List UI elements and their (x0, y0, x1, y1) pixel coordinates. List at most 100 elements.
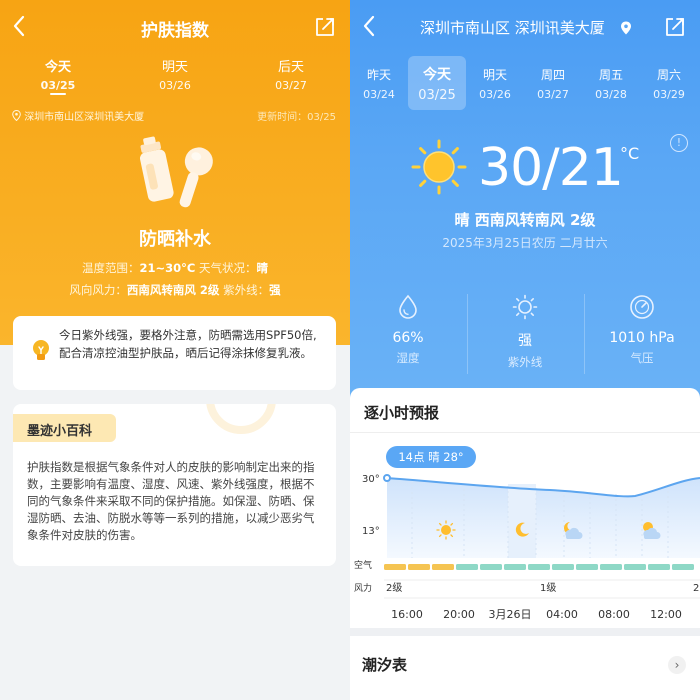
time-label: 16:00 (391, 608, 423, 621)
skin-care-index-panel: 护肤指数 今天 03/25 明天 03/26 后天 03/27 深圳市南山区深圳… (0, 0, 350, 700)
wiki-tag-label: 墨迹小百科 (27, 424, 93, 439)
current-hour-dot (383, 474, 391, 482)
weather-panel: 深圳市南山区 深圳讯美大厦 昨天 03/24 今天 03/25 明天 03/26… (350, 0, 700, 700)
day-selector: 昨天 03/24 今天 03/25 明天 03/26 周四 03/27 周五 0… (350, 56, 700, 110)
temp-range-label: 温度范围： (82, 261, 140, 275)
uv-label: 紫外线： (219, 283, 270, 297)
right-nav-bar: 深圳市南山区 深圳讯美大厦 (350, 0, 700, 56)
pressure-gauge-icon (629, 294, 655, 320)
humidity-label: 湿度 (396, 351, 420, 365)
day-thursday[interactable]: 周四 03/27 (524, 56, 582, 110)
tab-tomorrow[interactable]: 明天 03/26 (135, 56, 215, 92)
air-quality-bar (384, 564, 694, 570)
share-icon[interactable] (314, 16, 336, 38)
hourly-title: 逐小时预报 (364, 404, 440, 422)
day-friday[interactable]: 周五 03/28 (582, 56, 640, 110)
day-today[interactable]: 今天 03/25 (408, 56, 466, 110)
location-text: 深圳市南山区深圳讯美大厦 (24, 112, 145, 123)
stat-pressure: 1010 hPa 气压 (584, 286, 700, 366)
selected-hour-column (508, 484, 536, 558)
wind-level: 2 (693, 583, 699, 594)
wind-level: 2级 (386, 582, 402, 594)
day-name: 周五 (598, 68, 623, 82)
decorative-ring (206, 404, 276, 434)
day-name: 今天 (423, 67, 451, 83)
stat-uv: 强 紫外线 (467, 286, 583, 370)
left-nav-bar: 护肤指数 (0, 0, 350, 56)
pressure-label: 气压 (630, 351, 654, 365)
sunscreen-illustration (130, 136, 220, 216)
day-name: 明天 (482, 68, 507, 82)
wind-label: 风向风力： (69, 283, 127, 297)
time-label: 12:00 (650, 608, 682, 621)
tide-table-row[interactable]: 潮汐表 › (350, 636, 700, 700)
weather-stats: 66% 湿度 强 紫外线 1010 hPa 气压 (350, 286, 700, 386)
uv-label: 紫外线 (507, 355, 543, 369)
wind-label: 风力 (354, 582, 372, 594)
day-date: 03/25 (418, 88, 456, 103)
day-tomorrow[interactable]: 明天 03/26 (466, 56, 524, 110)
weather-value: 晴 (256, 261, 269, 275)
divider (350, 432, 700, 433)
time-label: 3月26日 (489, 608, 532, 621)
back-icon[interactable] (362, 14, 376, 46)
temp-range-value: 21~30°C (139, 261, 196, 275)
tab-day-after[interactable]: 后天 03/27 (251, 56, 331, 92)
day-name: 周四 (540, 68, 565, 82)
y-label-low: 13° (362, 526, 380, 537)
day-date: 03/26 (159, 79, 191, 92)
location-label: 深圳市南山区深圳讯美大厦 (12, 108, 144, 123)
hourly-forecast-card: 逐小时预报 14点 晴 28° 30° 13° 空气 风力 2级 1级 2 16… (350, 388, 700, 628)
tab-today[interactable]: 今天 03/25 (18, 56, 98, 92)
location-title[interactable]: 深圳市南山区 深圳讯美大厦 (420, 17, 605, 38)
time-label: 08:00 (598, 608, 630, 621)
wiki-tag: 墨迹小百科 (13, 414, 116, 442)
lunar-date: 2025年3月25日农历 二月廿六 (442, 236, 608, 250)
weather-label: 天气状况： (195, 261, 257, 275)
tip-card: 今日紫外线强，要格外注意，防晒需选用SPF50倍,配合清凉控油型护肤品，晒后记得… (13, 316, 336, 390)
uv-value: 强 (269, 283, 281, 297)
sun-uv-icon (512, 294, 538, 320)
temp-weather-line: 温度范围：21~30°C 天气状况：晴 (0, 260, 350, 276)
tip-text: 今日紫外线强，要格外注意，防晒需选用SPF50倍,配合清凉控油型护肤品，晒后记得… (59, 328, 317, 360)
day-date: 03/24 (363, 88, 395, 101)
share-icon[interactable] (664, 16, 686, 38)
day-date: 03/26 (479, 88, 511, 101)
day-date: 03/29 (653, 88, 685, 101)
temperature-unit: °C (620, 144, 640, 163)
day-date: 03/27 (537, 88, 569, 101)
day-saturday[interactable]: 周六 03/29 (640, 56, 698, 110)
day-date: 03/28 (595, 88, 627, 101)
wiki-text: 护肤指数是根据气象条件对人的皮肤的影响制定出来的指数，主要影响有温度、湿度、风速… (27, 460, 315, 542)
temperature-range: 30/21 (478, 138, 624, 198)
update-time: 更新时间：03/25 (257, 112, 336, 123)
chevron-right-icon[interactable]: › (668, 656, 686, 674)
air-label: 空气 (354, 559, 372, 571)
day-yesterday[interactable]: 昨天 03/24 (350, 56, 408, 110)
wiki-card: 墨迹小百科 护肤指数是根据气象条件对人的皮肤的影响制定出来的指数，主要影响有温度… (13, 404, 336, 566)
lightbulb-icon (29, 338, 53, 362)
hour-tooltip-text: 14点 晴 28° (398, 450, 463, 464)
hourly-chart[interactable]: 14点 晴 28° 30° 13° 空气 风力 2级 1级 2 16:00 20… (350, 438, 700, 628)
day-name: 后天 (277, 60, 304, 75)
stat-humidity: 66% 湿度 (350, 286, 466, 366)
time-label: 20:00 (443, 608, 475, 621)
info-icon[interactable]: ! (670, 134, 688, 152)
location-pin-icon (12, 109, 21, 122)
y-label-high: 30° (362, 474, 380, 485)
day-name: 明天 (161, 60, 188, 75)
time-label: 04:00 (546, 608, 578, 621)
wind-uv-line: 风向风力：西南风转南风 2级 紫外线：强 (0, 282, 350, 298)
day-date: 03/27 (275, 79, 307, 92)
day-name: 昨天 (366, 68, 391, 82)
page-title: 护肤指数 (141, 21, 209, 41)
active-tab-indicator (50, 93, 66, 95)
day-name: 今天 (44, 60, 71, 75)
day-name: 周六 (656, 68, 681, 82)
location-pin-icon (620, 20, 632, 35)
uv-value: 强 (518, 333, 532, 349)
wind-level: 1级 (540, 582, 556, 594)
humidity-drop-icon (395, 294, 421, 320)
sunny-icon (410, 138, 468, 196)
humidity-value: 66% (392, 330, 424, 346)
